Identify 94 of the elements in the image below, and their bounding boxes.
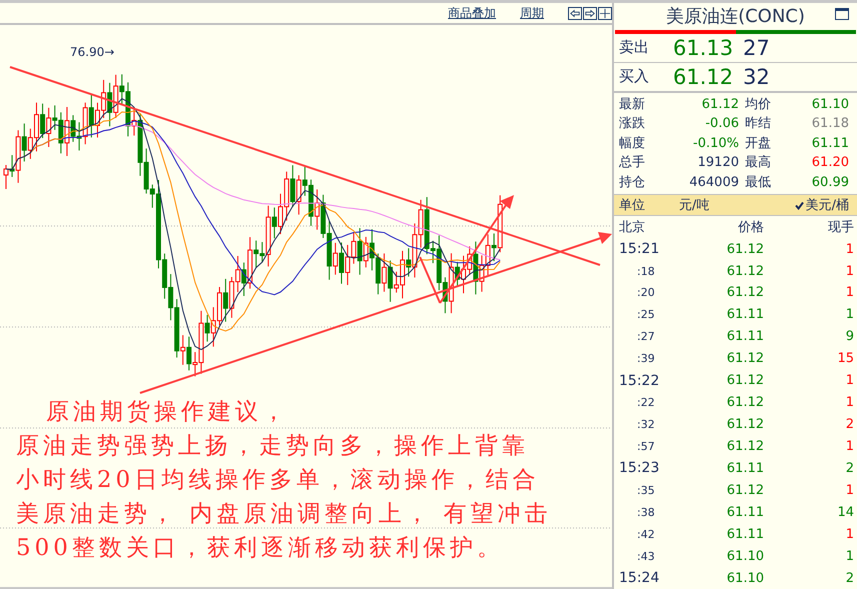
stat-value: -0.10%	[692, 134, 740, 153]
annotation-title: 原油期货操作建议，	[45, 399, 289, 425]
tick-time: :27	[636, 330, 656, 344]
stat-value: 19120	[696, 154, 740, 172]
tick-price: 61.12	[726, 417, 764, 432]
stat-value: 61.12	[700, 96, 740, 114]
tick-volume: 1	[844, 395, 854, 410]
tick-price: 61.12	[726, 395, 764, 410]
annotation-line: 小时线20日均线操作多单，滚动操作，结合	[16, 467, 540, 493]
unit-option[interactable]: 元/吨	[679, 196, 710, 214]
stat-label: 涨跌	[619, 115, 646, 134]
tick-volume: 1	[844, 526, 854, 542]
tick-price: 61.11	[726, 526, 764, 542]
tick-time: 15:21	[619, 241, 660, 258]
toolbar-link[interactable]: 商品叠加	[448, 4, 496, 22]
tick-time: :32	[636, 418, 656, 432]
book-volume: 32	[743, 64, 770, 89]
annotation-line: 美原油走势， 内盘原油调整向上， 有望冲击	[16, 501, 552, 527]
stat-label: 昨结	[745, 115, 772, 134]
tick-price: 61.11	[726, 307, 764, 322]
tick-price: 61.12	[726, 264, 764, 278]
tick-volume: 2	[844, 570, 854, 586]
tick-volume: 9	[844, 329, 854, 344]
book-price: 61.12	[673, 64, 734, 89]
stat-label: 幅度	[619, 134, 646, 153]
stat-label: 总手	[619, 154, 646, 172]
annotation-line: 原油走势强势上扬，走势向多，操作上背靠	[16, 433, 529, 459]
tick-volume: 1	[844, 373, 854, 388]
unit-option[interactable]: 美元/桶	[794, 196, 849, 214]
stat-value: 464009	[688, 174, 740, 192]
check-icon	[794, 200, 804, 210]
stat-value: 60.99	[810, 174, 850, 192]
tick-time: :25	[636, 308, 656, 322]
tick-time: :20	[636, 286, 656, 300]
tick-time: 15:24	[619, 570, 660, 586]
stat-value: 61.20	[810, 154, 850, 172]
tick-time: :42	[636, 528, 656, 541]
tick-price: 61.12	[726, 242, 764, 257]
tick-time: :57	[636, 440, 656, 453]
tick-price: 61.11	[726, 460, 764, 476]
book-label: 买入	[619, 67, 650, 86]
tick-time: :22	[636, 396, 656, 410]
book-label: 卖出	[619, 38, 650, 58]
tick-time: :43	[636, 550, 656, 563]
stat-value: -0.06	[704, 115, 740, 134]
column-header: 北京	[619, 219, 646, 236]
window-icon[interactable]	[835, 8, 849, 20]
tick-time: 15:23	[619, 460, 660, 476]
tick-price: 61.12	[726, 439, 764, 454]
column-header: 价格	[737, 219, 764, 236]
tick-time: 15:22	[619, 372, 660, 389]
book-price: 61.13	[673, 36, 734, 60]
instrument-title: 美原油连(CONC)	[666, 5, 805, 28]
tick-volume: 1	[844, 242, 854, 257]
tick-volume: 2	[844, 417, 854, 432]
tick-volume: 15	[836, 351, 854, 366]
tick-price: 61.10	[726, 548, 764, 564]
tick-price: 61.12	[726, 482, 764, 498]
tick-volume: 1	[844, 285, 854, 300]
stat-label: 最新	[619, 96, 646, 114]
tick-price: 61.11	[726, 504, 764, 520]
right-arrow-icon[interactable]	[583, 6, 597, 20]
tick-volume: 2	[844, 460, 854, 476]
annotation-line: 500整数关口，获利逐渐移动获利保护。	[16, 535, 504, 561]
stat-label: 开盘	[745, 134, 772, 153]
tick-price: 61.10	[726, 570, 764, 586]
tick-price: 61.11	[726, 329, 764, 344]
tick-volume: 1	[844, 307, 854, 322]
stat-label: 均价	[745, 96, 772, 114]
tick-volume: 14	[836, 504, 854, 520]
column-header: 现手	[827, 219, 854, 236]
stat-value: 61.18	[810, 115, 850, 134]
stat-value: 61.11	[810, 134, 850, 153]
tick-time: :39	[636, 352, 656, 366]
stat-label: 最高	[745, 154, 772, 172]
left-arrow-icon[interactable]	[568, 6, 582, 20]
tick-volume: 1	[844, 439, 854, 454]
tick-price: 61.12	[726, 373, 764, 388]
tick-price: 61.12	[726, 285, 764, 300]
tick-price: 61.12	[726, 351, 764, 366]
layout-icon[interactable]	[598, 6, 612, 20]
tick-time: :38	[636, 506, 656, 519]
stat-label: 最低	[745, 174, 772, 192]
unit-label: 单位	[619, 197, 646, 214]
book-volume: 27	[743, 36, 770, 60]
tick-time: :35	[636, 484, 656, 497]
toolbar-link[interactable]: 周期	[520, 4, 544, 22]
tick-volume: 1	[844, 482, 854, 498]
tick-volume: 1	[844, 264, 854, 278]
stat-label: 持仓	[619, 174, 646, 192]
peak-price-label: 76.90→	[70, 45, 114, 59]
tick-time: :18	[636, 264, 656, 278]
tick-volume: 1	[844, 548, 854, 564]
stat-value: 61.10	[810, 96, 850, 114]
